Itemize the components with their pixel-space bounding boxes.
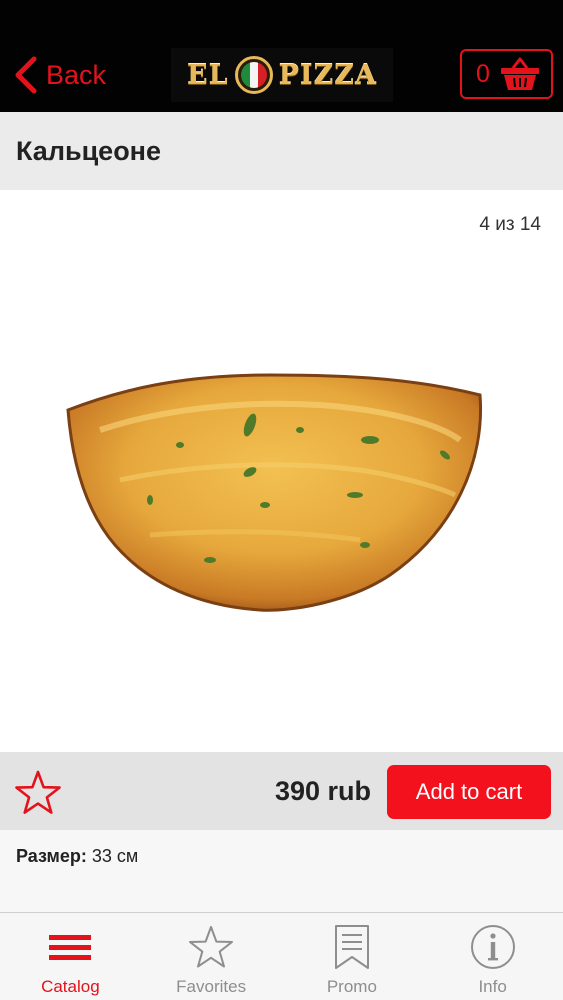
cart-button[interactable]: 0: [460, 49, 553, 99]
el-pizza-logo: EL PIZZA: [171, 48, 393, 102]
tab-favorites-label: Favorites: [176, 977, 247, 996]
price-bar: 390 rub Add to cart: [0, 752, 563, 830]
gallery-pager: 4 из 14: [479, 214, 541, 235]
size-spec: Размер: 33 см: [16, 846, 138, 867]
star-icon: [189, 926, 234, 968]
italian-flag-badge-icon: [234, 56, 273, 94]
tab-promo-label: Promo: [326, 977, 377, 996]
bookmark-icon: [334, 925, 369, 969]
tab-info-label: Info: [478, 977, 507, 996]
info-icon: [470, 925, 515, 969]
top-bar: Back EL PIZZA 0: [0, 0, 563, 112]
logo-word-right: PIZZA: [278, 59, 377, 91]
tab-info[interactable]: Info: [422, 913, 563, 1000]
product-gallery[interactable]: 4 из 14: [0, 190, 563, 752]
tab-catalog-label: Catalog: [41, 977, 100, 996]
chevron-left-icon: [15, 56, 37, 94]
tab-bar: Catalog Favorites Promo Info: [0, 912, 563, 1000]
product-specs: Размер: 33 см: [0, 830, 563, 912]
cart-count: 0: [476, 59, 490, 88]
size-spec-label: Размер:: [16, 846, 87, 866]
tab-favorites[interactable]: Favorites: [141, 913, 282, 1000]
menu-lines-icon: [49, 935, 92, 960]
product-title: Кальцеоне: [16, 135, 162, 166]
calzone-image: [66, 373, 483, 612]
tab-catalog[interactable]: Catalog: [0, 913, 141, 1000]
favorite-star-icon[interactable]: [14, 769, 62, 815]
tab-promo[interactable]: Promo: [282, 913, 423, 1000]
logo-word-left: EL: [187, 59, 229, 91]
back-label: Back: [46, 59, 107, 90]
basket-icon: [500, 57, 539, 90]
add-to-cart-button[interactable]: Add to cart: [387, 765, 551, 819]
size-spec-value: 33 см: [86, 846, 139, 866]
back-button[interactable]: Back: [12, 52, 106, 98]
product-price: 390 rub: [274, 776, 371, 806]
title-bar: Кальцеоне: [0, 112, 563, 190]
